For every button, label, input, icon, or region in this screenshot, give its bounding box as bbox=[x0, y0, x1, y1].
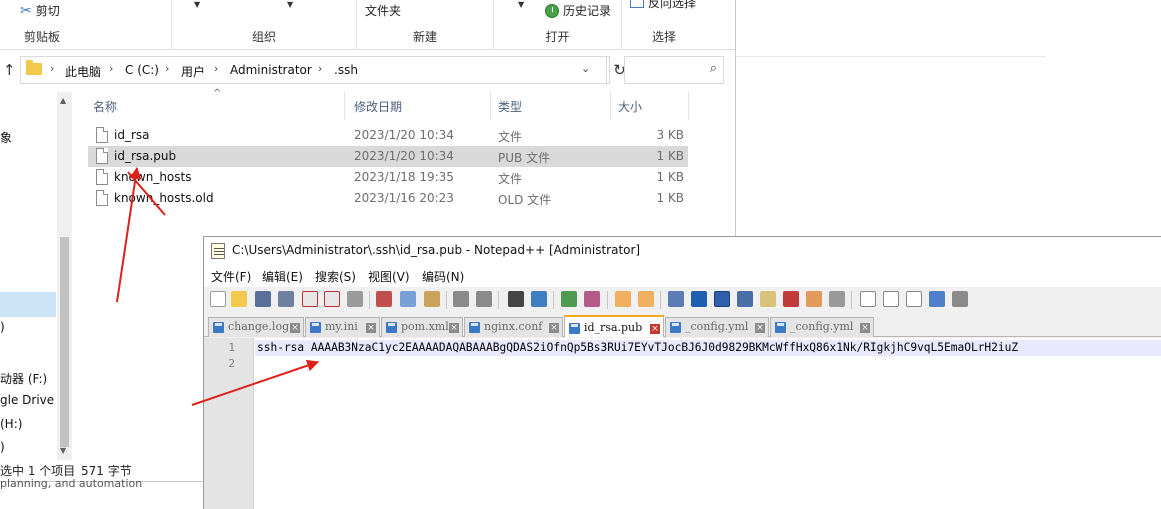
annotation-arrow-to-key bbox=[191, 359, 320, 406]
annotation-arrows bbox=[116, 166, 320, 406]
annotation-arrow-to-file bbox=[116, 166, 142, 303]
